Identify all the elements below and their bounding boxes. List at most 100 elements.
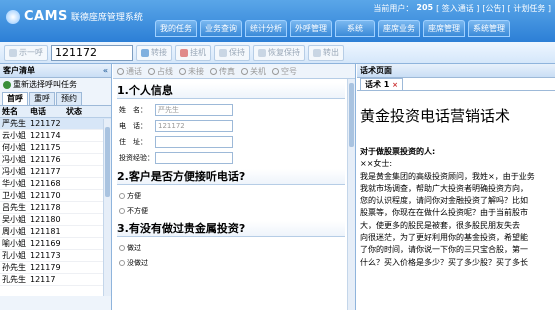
table-row[interactable]: 吕先生 121178	[0, 202, 111, 214]
resume-button[interactable]: 恢复保持	[253, 44, 305, 61]
cell-status	[66, 118, 94, 129]
user-bar: 当前用户： 205 [ 签入通话 ] [公告] [ 计划任务 ]	[373, 3, 551, 14]
script-line: 了你的时间，请你说一下你的三只宝合股，第一	[360, 245, 528, 255]
table-row[interactable]: 吴小姐 121180	[0, 214, 111, 226]
tab-script-1[interactable]: 话术 1 ×	[360, 78, 404, 90]
column-phone[interactable]: 电话	[30, 106, 66, 117]
radio-label: 通话	[126, 66, 142, 76]
table-row[interactable]: 何小姐 121175	[0, 142, 111, 154]
nav-seat-business[interactable]: 座席业务	[378, 20, 420, 37]
dial-button[interactable]: 示一呼	[4, 44, 48, 61]
cell-name: 吕先生	[2, 203, 26, 212]
nav-outbound[interactable]: 外呼管理	[290, 20, 332, 37]
nav-my-tasks[interactable]: 我的任务	[155, 20, 197, 37]
table-row[interactable]: 孙先生 121179	[0, 262, 111, 274]
survey-form: 1.个人信息 姓 名： 严先生 电 话： 121172 住 址： 投资经验： 2…	[117, 83, 345, 270]
scrollbar-thumb[interactable]	[349, 83, 354, 147]
cell-name: 冯小姐	[2, 155, 26, 164]
option-convenient[interactable]: 方便	[117, 188, 345, 203]
table-row[interactable]: 严先生 121172	[0, 118, 111, 130]
radio-empty-number[interactable]: 空号	[272, 66, 297, 77]
table-row[interactable]: 孔先生 12117	[0, 274, 111, 286]
table-row[interactable]: 卫小姐 121170	[0, 190, 111, 202]
radio-icon	[117, 67, 124, 75]
cell-phone: 121169	[30, 239, 61, 248]
option-not-done[interactable]: 没做过	[117, 255, 345, 270]
transfer-out-button[interactable]: 转出	[308, 44, 344, 61]
section-personal-info: 1.个人信息	[117, 83, 345, 99]
cell-phone: 121179	[30, 263, 61, 272]
table-row[interactable]: 云小姐 121174	[0, 130, 111, 142]
experience-field[interactable]	[155, 152, 233, 164]
table-row[interactable]: 冯小姐 121176	[0, 154, 111, 166]
option-done[interactable]: 做过	[117, 240, 345, 255]
list-scrollbar[interactable]	[103, 119, 111, 296]
radio-connected[interactable]: 通话	[117, 66, 142, 77]
cell-phone: 121172	[30, 119, 61, 128]
transfer-button-label: 转接	[151, 48, 167, 57]
app-subtitle: 联德座席管理系统	[70, 13, 143, 23]
cell-name: 严先生	[2, 119, 26, 128]
table-row[interactable]: 冯小姐 121177	[0, 166, 111, 178]
nav-system[interactable]: 系统	[335, 20, 375, 37]
tab-recall[interactable]: 重呼	[29, 92, 55, 105]
cell-status	[66, 166, 94, 177]
cell-status	[66, 226, 94, 237]
plan-task-link[interactable]: [ 计划任务 ]	[508, 3, 551, 14]
nav-seat-management[interactable]: 座席管理	[423, 20, 465, 37]
option-inconvenient[interactable]: 不方便	[117, 203, 345, 218]
hold-button[interactable]: 保持	[214, 44, 250, 61]
field-label: 投资经验：	[119, 154, 154, 162]
cell-phone: 121181	[30, 227, 61, 236]
nav-business-query[interactable]: 业务查询	[200, 20, 242, 37]
cell-name: 孙先生	[2, 263, 26, 272]
table-header: 姓名 电话 状态	[0, 106, 111, 118]
table-row[interactable]: 孔小姐 121173	[0, 250, 111, 262]
cell-status	[66, 154, 94, 165]
cell-name: 周小姐	[2, 227, 26, 236]
phone-field[interactable]: 121172	[155, 120, 233, 132]
cell-phone: 121170	[30, 191, 61, 200]
cell-phone: 121175	[30, 143, 61, 152]
phone-number-input[interactable]: 121172	[51, 44, 133, 61]
radio-label: 空号	[281, 66, 297, 76]
reselect-task-link[interactable]: 重新选择呼叫任务	[0, 78, 111, 92]
hangup-button-label: 挂机	[190, 48, 206, 57]
tab-first-call[interactable]: 首呼	[2, 92, 28, 105]
cell-name: 吴小姐	[2, 215, 26, 224]
survey-scrollbar[interactable]	[347, 79, 355, 310]
scrollbar-thumb[interactable]	[105, 127, 110, 197]
cell-status	[66, 238, 94, 249]
table-row[interactable]: 喻小姐 121169	[0, 238, 111, 250]
nav-system-management[interactable]: 系统管理	[468, 20, 510, 37]
radio-busy[interactable]: 占线	[148, 66, 173, 77]
nav-statistics[interactable]: 统计分析	[245, 20, 287, 37]
radio-icon	[119, 207, 125, 214]
table-row[interactable]: 周小姐 121181	[0, 226, 111, 238]
radio-icon	[241, 67, 248, 75]
transfer-icon	[141, 48, 149, 57]
notice-link[interactable]: [公告]	[482, 3, 504, 14]
transfer-button[interactable]: 转接	[136, 44, 172, 61]
checkin-link[interactable]: [ 签入通话 ]	[436, 3, 479, 14]
script-line: 我就市场调查，帮助广大投资者明确投资方向，	[360, 183, 528, 193]
radio-icon	[119, 192, 125, 199]
radio-fax[interactable]: 传真	[210, 66, 235, 77]
collapse-icon[interactable]: «	[103, 64, 108, 77]
cell-status	[66, 190, 94, 201]
radio-power-off[interactable]: 关机	[241, 66, 266, 77]
hangup-button[interactable]: 挂机	[175, 44, 211, 61]
radio-no-answer[interactable]: 未接	[179, 66, 204, 77]
script-line: 大，使更多的股民是被套，很多股民朋友失去	[360, 220, 520, 230]
column-name[interactable]: 姓名	[0, 106, 30, 117]
address-field[interactable]	[155, 136, 233, 148]
close-icon[interactable]: ×	[392, 81, 398, 89]
name-field[interactable]: 严先生	[155, 104, 233, 116]
script-line: 您的认识程度，请问你对金融投资了解吗？比如	[360, 196, 528, 206]
cell-name: 喻小姐	[2, 239, 26, 248]
tab-appointment[interactable]: 预约	[56, 92, 82, 105]
table-row[interactable]: 华小姐 121168	[0, 178, 111, 190]
cell-status	[66, 262, 94, 273]
column-status[interactable]: 状态	[66, 106, 94, 117]
table-body: 严先生 121172 云小姐 121174 何小姐 121175 冯小姐 121176 冯小姐 1…	[0, 118, 111, 286]
